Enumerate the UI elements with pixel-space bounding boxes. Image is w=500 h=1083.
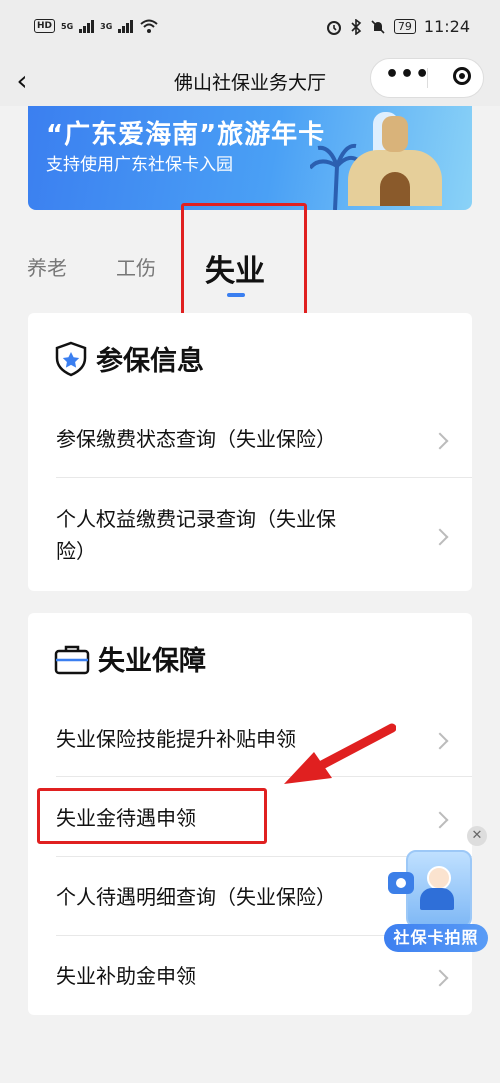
mini-program-capsule: ••• [370,58,484,98]
section-card-insurance-info: 参保信息 参保缴费状态查询（失业保险） 个人权益缴费记录查询（失业保 险） [28,313,472,591]
camera-icon [388,872,414,894]
status-left: HD 5G 3G [34,18,159,34]
shield-star-icon [55,341,87,376]
hd-badge: HD [34,19,56,33]
tab-work-injury[interactable]: 工伤 [116,252,156,281]
divider [56,776,472,777]
status-right: 79 11:24 [326,17,470,36]
list-item-skill-subsidy[interactable]: 失业保险技能提升补贴申领 [28,723,472,755]
list-item-contribution-records[interactable]: 个人权益缴费记录查询（失业保 险） [28,503,472,567]
list-item-label: 个人权益缴费记录查询（失业保 [56,507,336,531]
sim2-label: 3G [100,21,113,31]
status-bar: HD 5G 3G 79 11:24 [0,0,500,58]
annotation-arrow-icon [284,723,396,784]
tab-pension[interactable]: 养老 [27,252,67,281]
clock: 11:24 [423,17,470,36]
list-item-contribution-status[interactable]: 参保缴费状态查询（失业保险） [28,423,472,455]
close-widget-icon[interactable]: ✕ [467,826,487,846]
section-header: 参保信息 [54,339,204,378]
close-mini-program-icon[interactable] [453,67,471,85]
widget-label: 社保卡拍照 [384,924,488,952]
mute-bell-icon [371,19,385,34]
list-item-label: 失业补助金申领 [56,964,196,988]
person-head-illustration [427,866,451,890]
annotation-box-tab [181,203,307,321]
wifi-icon [140,19,158,33]
capsule-divider [427,68,428,88]
banner-subtitle: 支持使用广东社保卡入园 [46,155,233,175]
social-card-photo-widget[interactable]: 社保卡拍照 [384,850,488,952]
list-item-label: 失业保险技能提升补贴申领 [56,727,296,751]
divider [56,477,472,478]
promo-banner[interactable]: “广东爱海南”旅游年卡 支持使用广东社保卡入园 [28,106,472,210]
signal-icon [118,19,134,33]
rabbit-illustration [382,116,408,152]
section-title: 失业保障 [98,646,206,677]
annotation-box-item [37,788,267,844]
list-item-label: 个人待遇明细查询（失业保险） [56,885,336,909]
person-body-illustration [420,888,454,910]
gate-door-illustration [380,172,410,206]
signal-icon [79,19,95,33]
banner-title: “广东爱海南”旅游年卡 [46,120,326,150]
list-item-label-cont: 险） [56,539,96,563]
section-header: 失业保障 [54,639,206,678]
battery-indicator: 79 [393,19,416,34]
briefcase-icon [54,645,90,674]
list-item-label: 参保缴费状态查询（失业保险） [56,427,336,451]
bluetooth-icon [351,18,362,35]
sim1-label: 5G [61,21,74,31]
alarm-icon [326,20,341,35]
nav-bar: ‹ 佛山社保业务大厅 ••• [0,58,500,106]
section-title: 参保信息 [96,346,204,377]
more-options-icon[interactable]: ••• [385,62,430,87]
list-item-subsidy-claim[interactable]: 失业补助金申领 [28,960,472,992]
